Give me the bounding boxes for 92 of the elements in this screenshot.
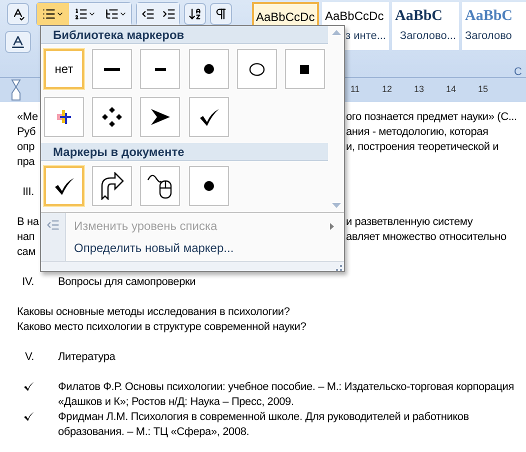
list-number: III. bbox=[22, 185, 35, 200]
dash-icon bbox=[104, 68, 120, 70]
body-text: ания - методологию, которая bbox=[346, 125, 488, 140]
style-preview[interactable]: AaBbC Заголово... bbox=[392, 2, 459, 50]
bullet-option[interactable] bbox=[236, 49, 277, 89]
check-icon bbox=[198, 108, 218, 126]
style-name: Заголово... bbox=[400, 29, 456, 43]
bullet-option[interactable] bbox=[284, 49, 325, 89]
numbered-list-icon bbox=[74, 7, 88, 21]
color-cross-icon bbox=[57, 110, 71, 124]
bullet-option[interactable]: нет bbox=[44, 49, 84, 89]
circle-icon bbox=[248, 62, 265, 76]
body-text: и, построения теоретической и bbox=[346, 140, 499, 155]
body-text: и разветвленную систему bbox=[346, 215, 473, 230]
resize-grip-icon[interactable] bbox=[336, 265, 342, 271]
ruler-number: 13 bbox=[412, 83, 425, 96]
bullet-list-icon bbox=[42, 7, 56, 21]
bullet-option[interactable] bbox=[92, 97, 132, 137]
style-sample: AaBbC bbox=[465, 7, 513, 26]
list-number: V. bbox=[24, 350, 35, 365]
multilevel-list-icon bbox=[105, 7, 119, 21]
section-heading: Литература bbox=[58, 350, 116, 365]
ruler-number: 12 bbox=[380, 83, 393, 96]
show-marks-button[interactable] bbox=[210, 3, 232, 25]
group-label: С bbox=[514, 65, 522, 80]
ruler-number: 11 bbox=[349, 83, 361, 96]
caret-icon bbox=[119, 10, 127, 18]
square-icon bbox=[300, 64, 310, 74]
increase-indent-button[interactable] bbox=[158, 3, 179, 25]
style-sample: AaBbCcDc bbox=[256, 9, 315, 26]
menu-item[interactable]: Определить новый маркер... bbox=[66, 237, 344, 259]
style-sample: AaBbC bbox=[395, 7, 443, 26]
check-icon bbox=[24, 382, 34, 391]
clear-format-button[interactable] bbox=[7, 3, 29, 25]
body-text: авляет множество относительно bbox=[346, 230, 506, 245]
body-text: Каковы основные методы исследования в психологии? bbox=[17, 306, 290, 318]
check-icon bbox=[24, 412, 34, 421]
arrowhead-icon bbox=[150, 108, 170, 126]
outdent-icon bbox=[140, 7, 154, 21]
decrease-indent-button[interactable] bbox=[137, 3, 158, 25]
reference-text: Фридман Л.М. Психология в современной школе. Для руководителей и работников образования. – М.: ТЦ «Сфера», 2008. bbox=[58, 410, 470, 440]
bullet-option[interactable] bbox=[140, 97, 180, 137]
list-level-icon bbox=[46, 218, 60, 232]
bullet-option[interactable] bbox=[188, 49, 228, 89]
body-text: нап bbox=[17, 231, 35, 243]
bullet-option[interactable] bbox=[188, 97, 228, 137]
style-name: Заголово bbox=[465, 29, 512, 43]
list-number: IV. bbox=[21, 275, 35, 290]
bullet-option[interactable] bbox=[140, 49, 180, 89]
body-text: опр bbox=[17, 141, 35, 153]
section-heading: Вопросы для самопроверки bbox=[58, 275, 196, 290]
bullet-option[interactable] bbox=[188, 166, 228, 206]
submenu-arrow-icon bbox=[330, 222, 334, 230]
font-color-icon bbox=[10, 34, 26, 50]
sort-button[interactable] bbox=[184, 3, 206, 25]
bullet-option[interactable] bbox=[140, 166, 180, 206]
section-header: Библиотека маркеров bbox=[41, 26, 328, 44]
dot-icon bbox=[204, 181, 214, 191]
arrow-ribbon-icon bbox=[100, 172, 124, 200]
bullet-option[interactable] bbox=[92, 166, 132, 206]
pilcrow-icon bbox=[214, 7, 228, 21]
body-text: ого познается предмет науки» (С... bbox=[346, 110, 517, 125]
mouse-icon bbox=[147, 172, 174, 200]
bullet-option[interactable] bbox=[92, 49, 132, 89]
numbering-button[interactable] bbox=[69, 3, 101, 25]
body-text: «Ме bbox=[17, 111, 38, 123]
body-text: сам bbox=[17, 246, 36, 258]
section-header: Маркеры в документе bbox=[41, 143, 328, 161]
body-text: пра bbox=[17, 156, 35, 168]
bullet-option[interactable] bbox=[44, 97, 84, 137]
dash-icon bbox=[154, 68, 166, 70]
diamonds-icon bbox=[102, 107, 122, 127]
dot-icon bbox=[204, 64, 214, 74]
multilevel-list-button[interactable] bbox=[101, 3, 131, 25]
body-text: В на bbox=[17, 216, 39, 228]
reference-text: Филатов Ф.Р. Основы психологии: учебное пособие. – М.: Издательско-торговая корпорация «Дашков и К»; Ростов н/Д: Наука – Пресс, 2009. bbox=[58, 380, 515, 410]
indent-marker-icon bbox=[11, 79, 21, 101]
ruler-number: 14 bbox=[444, 83, 457, 96]
caret-icon bbox=[56, 10, 64, 18]
caret-icon bbox=[88, 10, 96, 18]
style-sample: AaBbCcDc bbox=[325, 8, 384, 25]
bullet-option[interactable] bbox=[44, 166, 84, 206]
sort-icon bbox=[188, 7, 202, 21]
check-icon bbox=[54, 178, 74, 194]
style-preview[interactable]: AaBbC Заголово bbox=[462, 2, 526, 50]
ruler-number: 15 bbox=[476, 83, 489, 96]
bullets-button[interactable] bbox=[37, 3, 69, 25]
body-text: Каково место психологии в структуре современной науки? bbox=[17, 321, 306, 333]
indent-icon bbox=[162, 7, 176, 21]
font-color-button[interactable] bbox=[5, 31, 31, 53]
body-text: Руб bbox=[17, 126, 36, 138]
style-name: з инте... bbox=[345, 29, 386, 43]
